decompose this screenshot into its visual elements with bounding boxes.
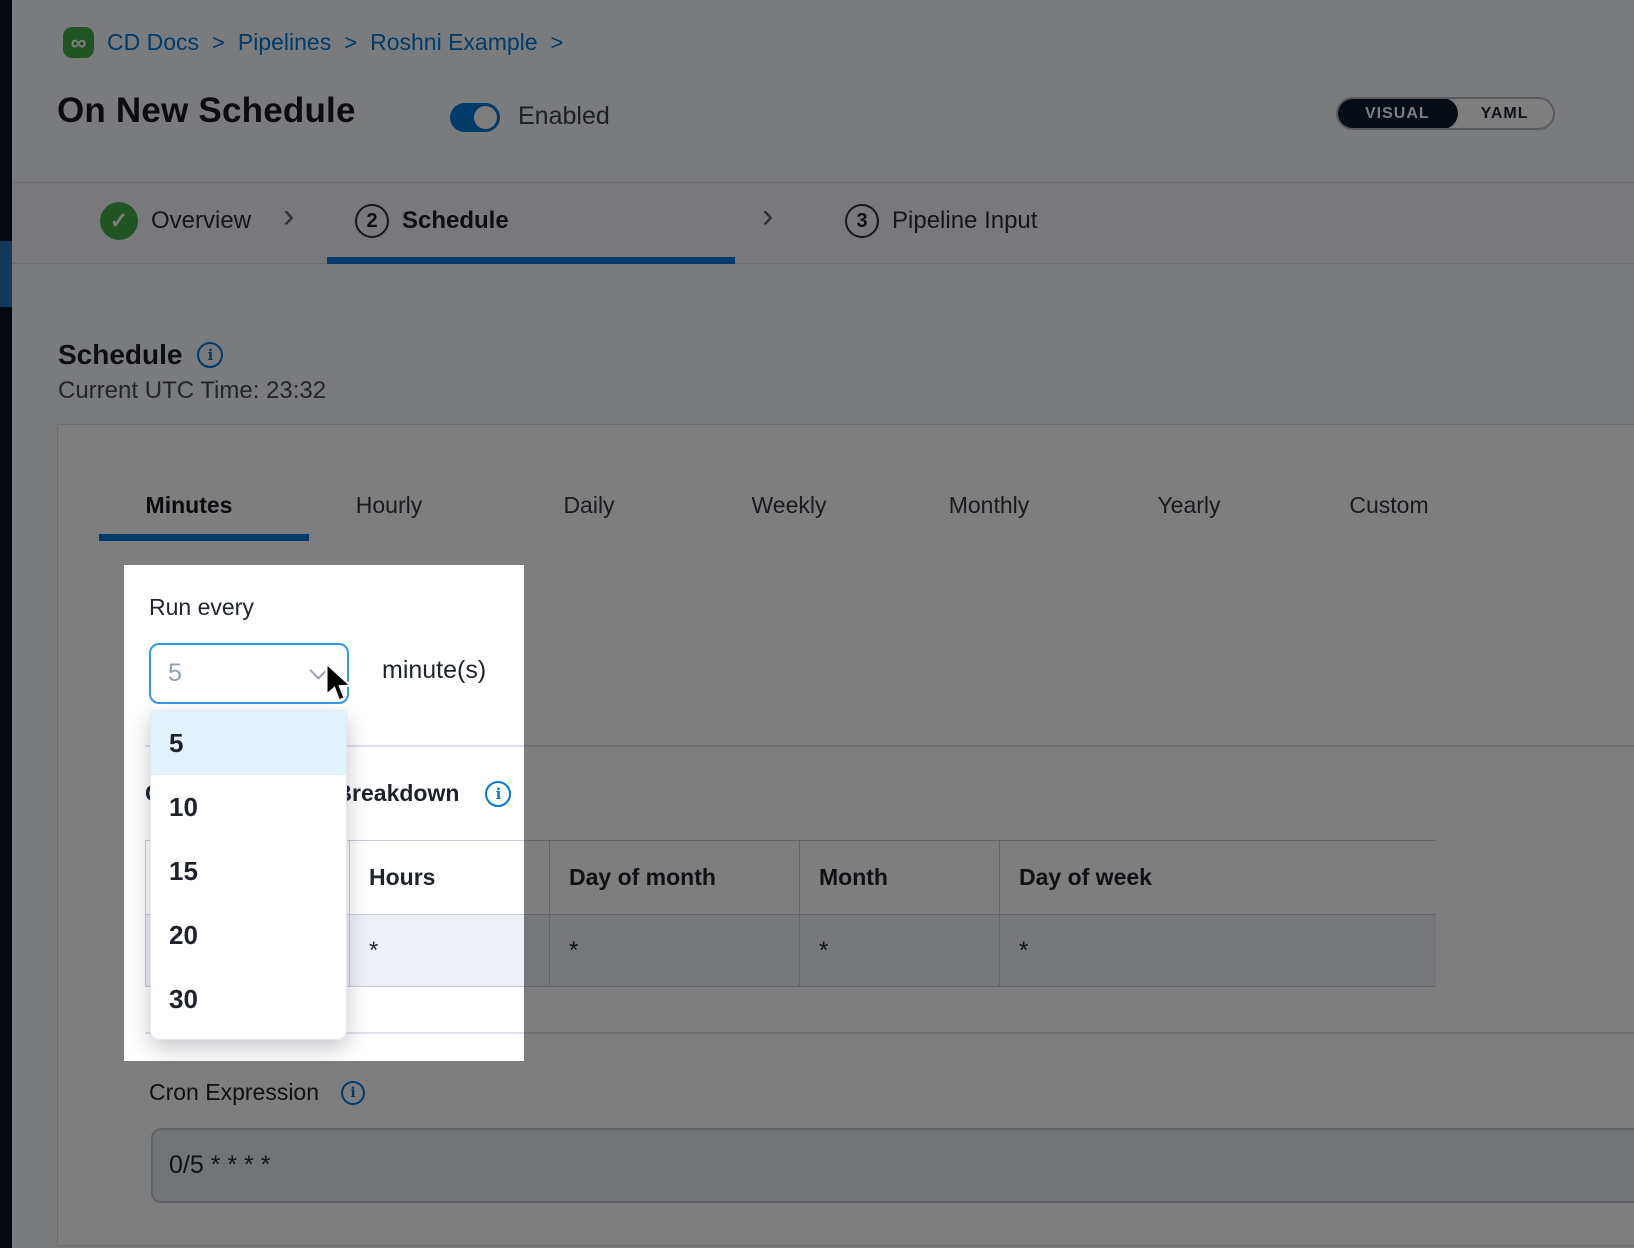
visual-yaml-switch: VISUAL YAML: [1336, 97, 1555, 130]
tab-minutes[interactable]: Minutes: [89, 470, 289, 541]
minutes-options-menu: 5 10 15 20 30: [150, 710, 347, 1040]
schedule-section-heading: Schedule: [58, 339, 223, 371]
option-5[interactable]: 5: [151, 711, 346, 775]
info-icon[interactable]: [341, 1081, 365, 1105]
option-15[interactable]: 15: [151, 839, 346, 903]
enabled-toggle[interactable]: [450, 103, 500, 132]
table-cell-month: *: [800, 915, 1000, 986]
info-icon[interactable]: [197, 342, 223, 368]
step-overview[interactable]: ✓ Overview: [100, 202, 251, 240]
step-number-badge: 2: [355, 204, 389, 238]
run-every-label: Run every: [149, 594, 254, 621]
yaml-tab[interactable]: YAML: [1457, 99, 1553, 128]
breadcrumb-link-roshni-example[interactable]: Roshni Example: [370, 29, 537, 56]
minutes-select[interactable]: 5: [149, 643, 349, 704]
column-header-day-of-week: Day of week: [1000, 841, 1436, 915]
period-tabs: Minutes Hourly Daily Weekly Monthly Year…: [89, 470, 1489, 541]
visual-tab[interactable]: VISUAL: [1337, 98, 1458, 129]
column-header-month: Month: [800, 841, 1000, 915]
chevron-right-icon: >: [551, 30, 564, 56]
trigger-schedule-page: ∞ CD Docs > Pipelines > Roshni Example >…: [0, 0, 1634, 1248]
column-header-day-of-month: Day of month: [550, 841, 800, 915]
check-icon: ✓: [100, 202, 138, 240]
info-icon[interactable]: [485, 781, 511, 807]
selected-tab-underline: [99, 534, 309, 541]
step-schedule-label: Schedule: [402, 207, 509, 235]
column-header-hours: Hours: [350, 841, 550, 915]
table-cell-day-of-month: *: [550, 915, 800, 986]
left-nav-rail: [0, 0, 12, 1248]
chevron-right-icon: ›: [283, 197, 294, 236]
tab-monthly[interactable]: Monthly: [889, 470, 1089, 541]
step-pipeline-input[interactable]: 3 Pipeline Input: [845, 204, 1037, 238]
tab-yearly[interactable]: Yearly: [1089, 470, 1289, 541]
breadcrumb-link-cd-docs[interactable]: CD Docs: [107, 29, 199, 56]
cron-expression-label-text: Cron Expression: [149, 1079, 319, 1106]
tab-daily[interactable]: Daily: [489, 470, 689, 541]
option-10[interactable]: 10: [151, 775, 346, 839]
tab-hourly[interactable]: Hourly: [289, 470, 489, 541]
nav-active-indicator: [0, 241, 12, 307]
table-cell-hours: *: [350, 915, 550, 986]
step-overview-label: Overview: [151, 207, 251, 235]
section-divider: [145, 745, 1634, 747]
step-schedule[interactable]: 2 Schedule: [355, 204, 509, 238]
toggle-knob: [474, 106, 497, 129]
section-divider: [145, 1032, 1634, 1034]
chevron-right-icon: >: [212, 30, 225, 56]
wizard-step-bar: [12, 182, 1634, 264]
active-step-underline: [327, 257, 735, 264]
cron-expression-heading: Cron Expression: [149, 1079, 365, 1106]
option-30[interactable]: 30: [151, 967, 346, 1031]
page-title: On New Schedule: [57, 91, 356, 131]
chevron-down-icon: [309, 661, 327, 679]
tab-custom[interactable]: Custom: [1289, 470, 1489, 541]
enabled-toggle-label: Enabled: [518, 102, 610, 131]
table-cell-day-of-week: *: [1000, 915, 1436, 986]
schedule-heading-text: Schedule: [58, 339, 182, 371]
minutes-unit-label: minute(s): [382, 656, 486, 685]
step-pipeline-input-label: Pipeline Input: [892, 207, 1037, 235]
minutes-select-value: 5: [168, 659, 312, 688]
chevron-right-icon: ›: [762, 197, 773, 236]
breadcrumb: ∞ CD Docs > Pipelines > Roshni Example >: [63, 27, 563, 58]
option-20[interactable]: 20: [151, 903, 346, 967]
tab-weekly[interactable]: Weekly: [689, 470, 889, 541]
utc-time-text: Current UTC Time: 23:32: [58, 377, 326, 405]
cd-module-icon: ∞: [63, 27, 94, 58]
breadcrumb-link-pipelines[interactable]: Pipelines: [238, 29, 331, 56]
step-number-badge: 3: [845, 204, 879, 238]
chevron-right-icon: >: [344, 30, 357, 56]
cron-expression-input[interactable]: [151, 1128, 1634, 1203]
